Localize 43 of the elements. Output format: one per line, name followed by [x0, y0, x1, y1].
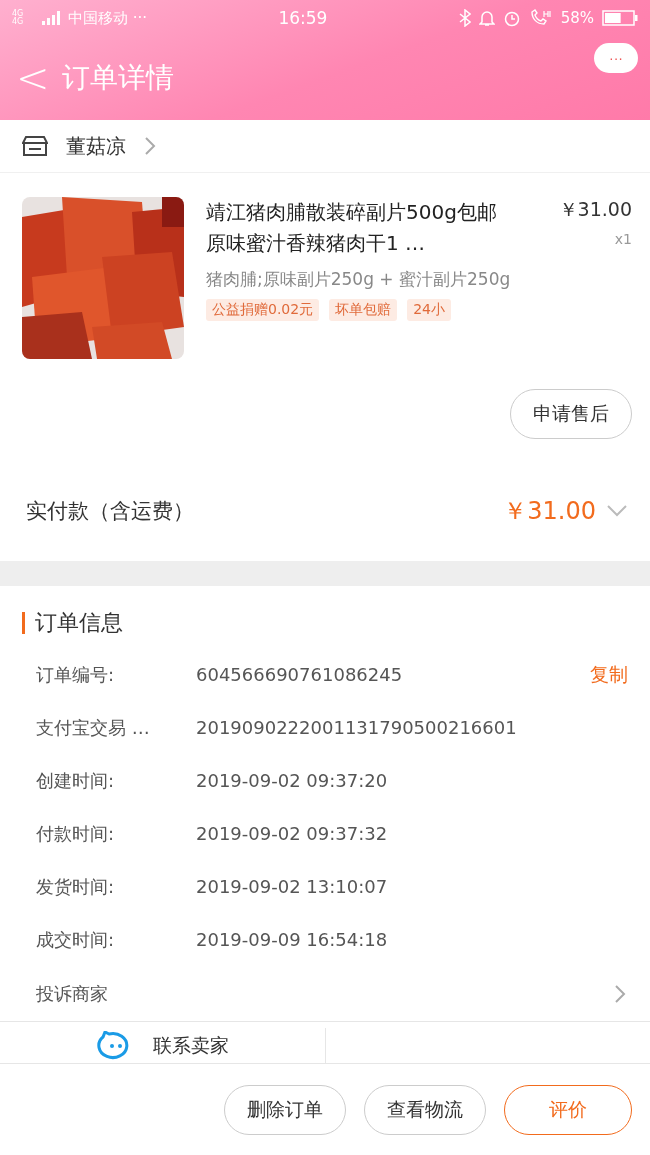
product-price: ￥31.00 [558, 197, 632, 222]
info-label: 订单编号: [36, 662, 116, 687]
service-tag: 公益捐赠0.02元 [206, 299, 320, 321]
service-tag: 24小 [407, 299, 451, 321]
signal-icon [42, 11, 60, 25]
service-tag: 坏单包赔 [329, 299, 398, 321]
product-title[interactable]: 靖江猪肉脯散装碎副片500g包邮原味蜜汁香辣猪肉干1 … [206, 197, 506, 259]
section-title: 订单信息 [35, 609, 123, 637]
info-value: 2019-09-02 09:37:20 [196, 770, 389, 791]
page-title: 订单详情 [61, 60, 175, 96]
after-sales-button[interactable]: 申请售后 [510, 389, 632, 439]
battery-percent: 58% [560, 9, 594, 27]
quantity: x1 [614, 231, 632, 247]
info-value: 2019-09-02 13:10:07 [196, 876, 389, 897]
network-indicator: 4G 4G [12, 10, 25, 26]
complaint-link[interactable]: 投诉商家 [36, 981, 614, 1006]
expand-icon[interactable] [606, 504, 628, 518]
total-paid-label: 实付款（含运费） [26, 498, 195, 525]
alarm-icon [502, 9, 521, 27]
info-value: 2019-09-09 16:54:18 [196, 929, 389, 950]
action-button[interactable]: 查看物流 [364, 1084, 486, 1135]
carrier-label: 中国移动 ··· [68, 8, 148, 28]
chevron-icon [614, 983, 626, 1004]
bell-icon [478, 9, 495, 27]
battery-icon [602, 10, 638, 26]
clock: 16:59 [278, 8, 328, 28]
info-value: 604566690761086245 [196, 664, 404, 685]
info-label: 创建时间: [36, 768, 116, 793]
info-label: 付款时间: [36, 821, 116, 846]
info-value: 2019-09-02 09:37:32 [196, 823, 389, 844]
info-value: 2019090222001131790500216601 [196, 717, 518, 738]
action-button[interactable]: 删除订单 [224, 1084, 346, 1135]
total-paid-amount: ￥31.00 [503, 496, 596, 527]
shop-name[interactable]: 董菇凉 [66, 132, 126, 160]
phone-icon [528, 9, 553, 27]
info-label: 成交时间: [36, 927, 116, 952]
store-icon [22, 135, 48, 157]
info-label: 支付宝交易 … [36, 715, 151, 740]
info-label: 发货时间: [36, 874, 116, 899]
chevron-icon [144, 136, 156, 156]
contact-seller-link[interactable]: 联系卖家 [152, 1033, 229, 1059]
product-variant: 猪肉脯;原味副片250g + 蜜汁副片250g [206, 268, 512, 291]
bluetooth-icon [458, 9, 471, 27]
